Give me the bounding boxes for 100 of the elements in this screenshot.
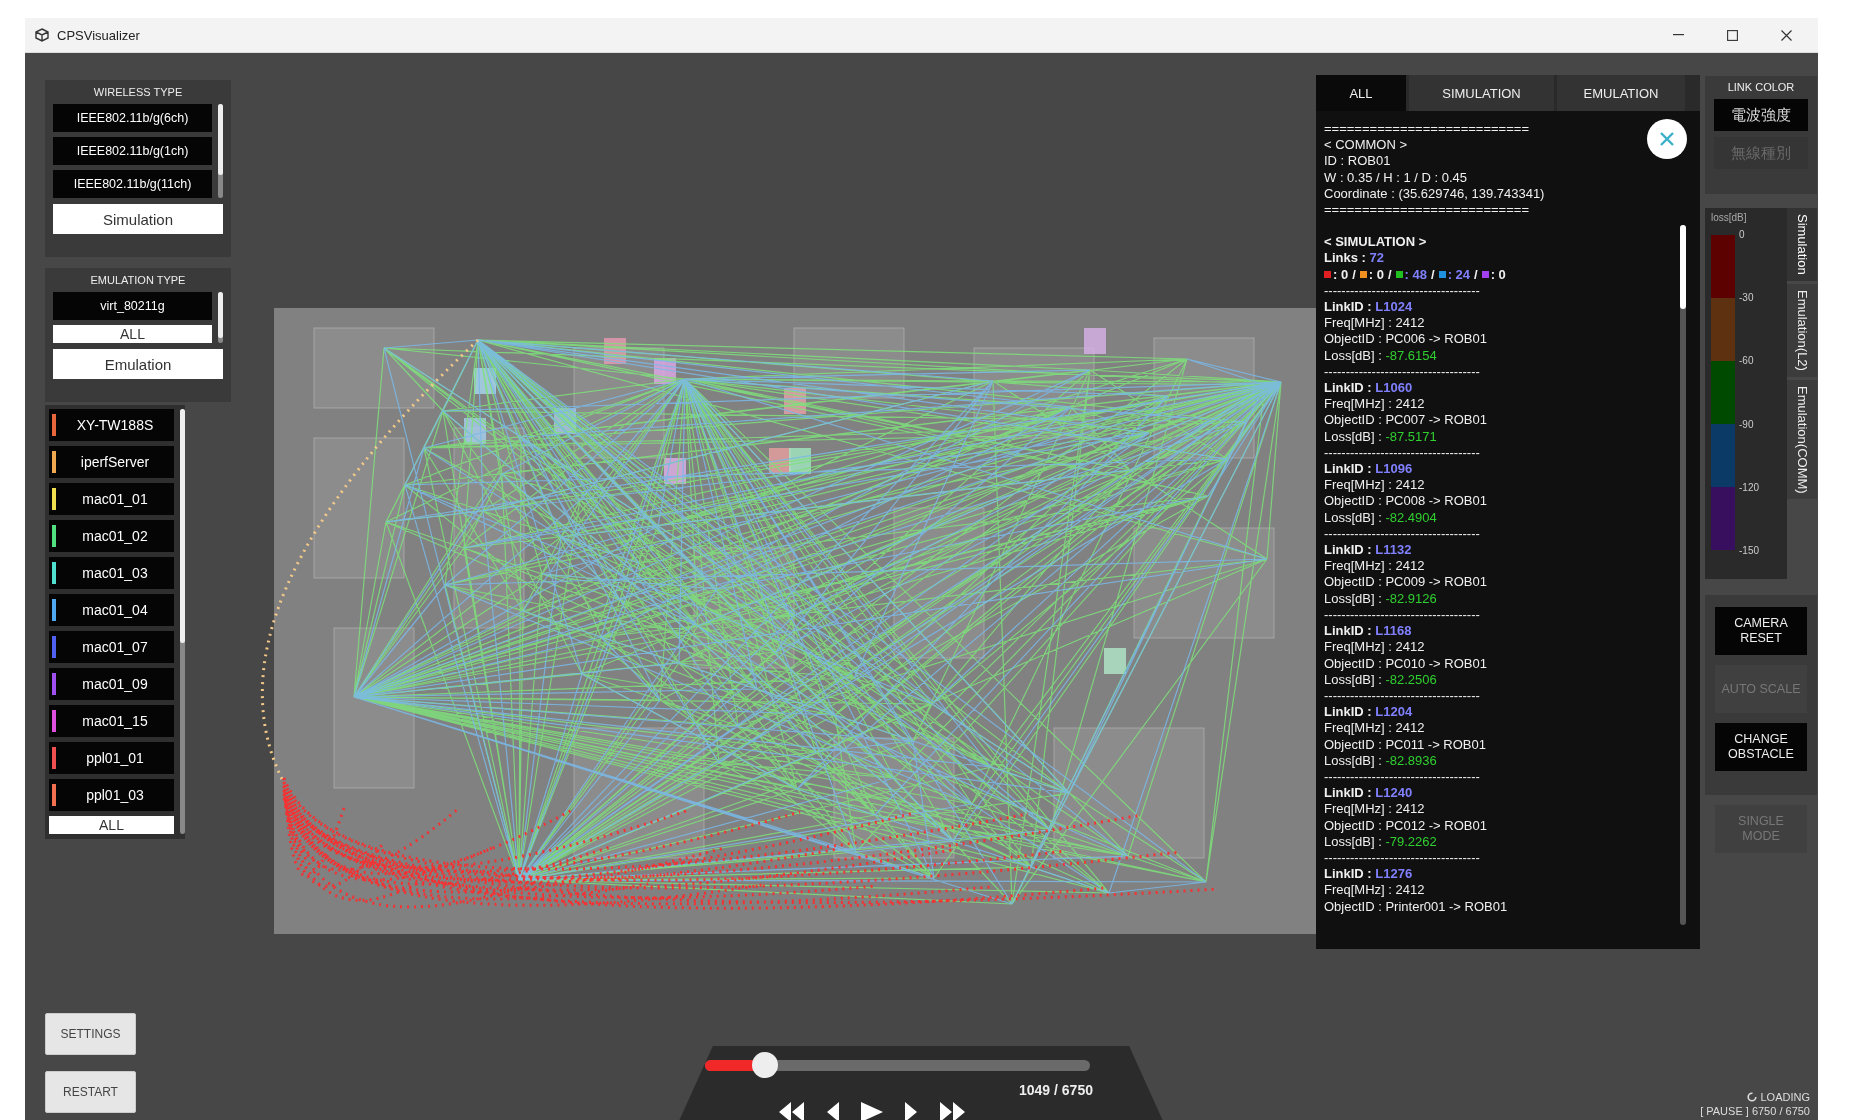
- field-value: 2412: [1395, 801, 1425, 817]
- field-label: LinkID :: [1324, 866, 1372, 882]
- object-item[interactable]: ppl01_03: [49, 779, 174, 811]
- field-value: 2412: [1395, 396, 1425, 412]
- view-tab[interactable]: Simulation: [1787, 208, 1817, 281]
- loss-value: -87.6154: [1385, 347, 1437, 363]
- field-value: PC006 -> ROB01: [1385, 331, 1487, 347]
- field-label: Freq[MHz] :: [1324, 639, 1392, 655]
- legend-tick-label: -60: [1739, 355, 1755, 367]
- field-label: ObjectID :: [1324, 898, 1382, 914]
- fast-forward-icon[interactable]: [939, 1102, 965, 1120]
- field-label: LinkID :: [1324, 542, 1372, 558]
- step-back-icon[interactable]: [827, 1102, 839, 1120]
- divider-line: ------------------------------------: [1324, 606, 1480, 624]
- object-item[interactable]: mac01_07: [49, 631, 174, 663]
- rewind-icon[interactable]: [779, 1102, 805, 1120]
- field-value: PC012 -> ROB01: [1385, 817, 1487, 833]
- field-value: 2412: [1395, 558, 1425, 574]
- simulation-button[interactable]: Simulation: [53, 204, 223, 234]
- link-id: L1096: [1375, 461, 1413, 477]
- field-label: ObjectID :: [1324, 736, 1382, 752]
- field-label: Freq[MHz] :: [1324, 315, 1392, 331]
- step-forward-icon[interactable]: [905, 1102, 917, 1120]
- camera-button[interactable]: CAMERA RESET: [1715, 607, 1807, 655]
- field-value: 2412: [1395, 477, 1425, 493]
- object-item[interactable]: mac01_03: [49, 557, 174, 589]
- divider-line: ------------------------------------: [1324, 768, 1480, 786]
- close-icon[interactable]: [1780, 29, 1792, 41]
- scrollbar[interactable]: [1680, 225, 1686, 925]
- app-cube-icon: [35, 28, 49, 42]
- all-button[interactable]: ALL: [49, 816, 174, 834]
- slash-separator: /: [1387, 266, 1392, 283]
- panel-title: WIRELESS TYPE: [92, 86, 184, 98]
- maximize-icon[interactable]: [1726, 29, 1738, 41]
- field-value: 2412: [1395, 315, 1425, 331]
- camera-button[interactable]: CHANGE OBSTACLE: [1715, 723, 1807, 771]
- loading-text: LOADING: [1760, 1090, 1810, 1104]
- link-count: : 0: [1333, 266, 1349, 283]
- emulation-type-item[interactable]: virt_80211g: [53, 292, 212, 320]
- timeline-slider[interactable]: [705, 1052, 1090, 1078]
- section-heading: < SIMULATION >: [1324, 234, 1427, 251]
- loss-value: -82.2506: [1385, 671, 1437, 687]
- field-label: Freq[MHz] :: [1324, 882, 1392, 898]
- field-label: Loss[dB] :: [1324, 590, 1382, 606]
- link-id: L1168: [1375, 623, 1412, 639]
- wireless-type-item[interactable]: IEEE802.11b/g(6ch): [53, 104, 212, 132]
- view-tab[interactable]: Emulation(COMM): [1787, 379, 1817, 500]
- emulation-button[interactable]: Emulation: [53, 349, 223, 379]
- frame-counter: 1049 / 6750: [1019, 1082, 1093, 1098]
- window-title: CPSVisualizer: [57, 27, 140, 43]
- object-item[interactable]: iperfServer: [49, 446, 174, 478]
- object-item[interactable]: ppl01_01: [49, 742, 174, 774]
- section-heading: < COMMON >: [1324, 137, 1408, 154]
- rule-line: ===========================: [1324, 121, 1529, 138]
- link-count: : 48: [1404, 266, 1427, 283]
- view-tab[interactable]: Emulation(L2): [1787, 283, 1817, 377]
- field-label: LinkID :: [1324, 623, 1372, 639]
- link-color-option[interactable]: 電波強度: [1714, 99, 1808, 131]
- slider-thumb[interactable]: [751, 1052, 778, 1078]
- field-value: PC008 -> ROB01: [1385, 493, 1487, 509]
- scrollbar[interactable]: [180, 409, 185, 834]
- divider-line: ------------------------------------: [1324, 444, 1480, 462]
- slash-separator: /: [1474, 266, 1478, 283]
- settings-button[interactable]: SETTINGS: [45, 1013, 136, 1055]
- rule-line: ===========================: [1324, 202, 1529, 219]
- slash-separator: /: [1431, 266, 1435, 283]
- info-tab[interactable]: ALL: [1316, 75, 1406, 111]
- all-button[interactable]: ALL: [53, 325, 212, 343]
- play-icon[interactable]: [861, 1102, 883, 1120]
- divider-line: ------------------------------------: [1324, 525, 1480, 543]
- field-label: Loss[dB] :: [1324, 509, 1382, 525]
- info-tab[interactable]: EMULATION: [1557, 75, 1685, 111]
- field-value: 2412: [1395, 639, 1425, 655]
- restart-button[interactable]: RESTART: [45, 1071, 136, 1113]
- link-id: L1204: [1375, 704, 1413, 720]
- object-item[interactable]: mac01_15: [49, 705, 174, 737]
- minimize-icon[interactable]: [1672, 34, 1684, 36]
- field-label: Freq[MHz] :: [1324, 477, 1392, 493]
- legend-title: loss[dB]: [1711, 212, 1748, 223]
- object-item[interactable]: mac01_02: [49, 520, 174, 552]
- object-item[interactable]: mac01_01: [49, 483, 174, 515]
- link-id: L1132: [1375, 542, 1412, 558]
- wireless-type-item[interactable]: IEEE802.11b/g(11ch): [53, 170, 212, 198]
- field-label: LinkID :: [1324, 785, 1372, 801]
- field-label: Loss[dB] :: [1324, 671, 1382, 687]
- field-label: Freq[MHz] :: [1324, 558, 1392, 574]
- panel-title: EMULATION TYPE: [89, 274, 187, 286]
- close-icon: [1659, 131, 1675, 147]
- field-label: LinkID :: [1324, 461, 1372, 477]
- object-item[interactable]: mac01_04: [49, 594, 174, 626]
- loss-value: -82.4904: [1385, 509, 1437, 525]
- link-id: L1024: [1375, 299, 1413, 315]
- object-item[interactable]: mac01_09: [49, 668, 174, 700]
- links-label: Links :: [1324, 250, 1366, 266]
- link-count: : 0: [1368, 266, 1384, 283]
- info-tab[interactable]: SIMULATION: [1409, 75, 1554, 111]
- scrollbar[interactable]: [218, 104, 223, 198]
- scrollbar[interactable]: [218, 292, 223, 343]
- object-item[interactable]: XY-TW188S: [49, 409, 174, 441]
- wireless-type-item[interactable]: IEEE802.11b/g(1ch): [53, 137, 212, 165]
